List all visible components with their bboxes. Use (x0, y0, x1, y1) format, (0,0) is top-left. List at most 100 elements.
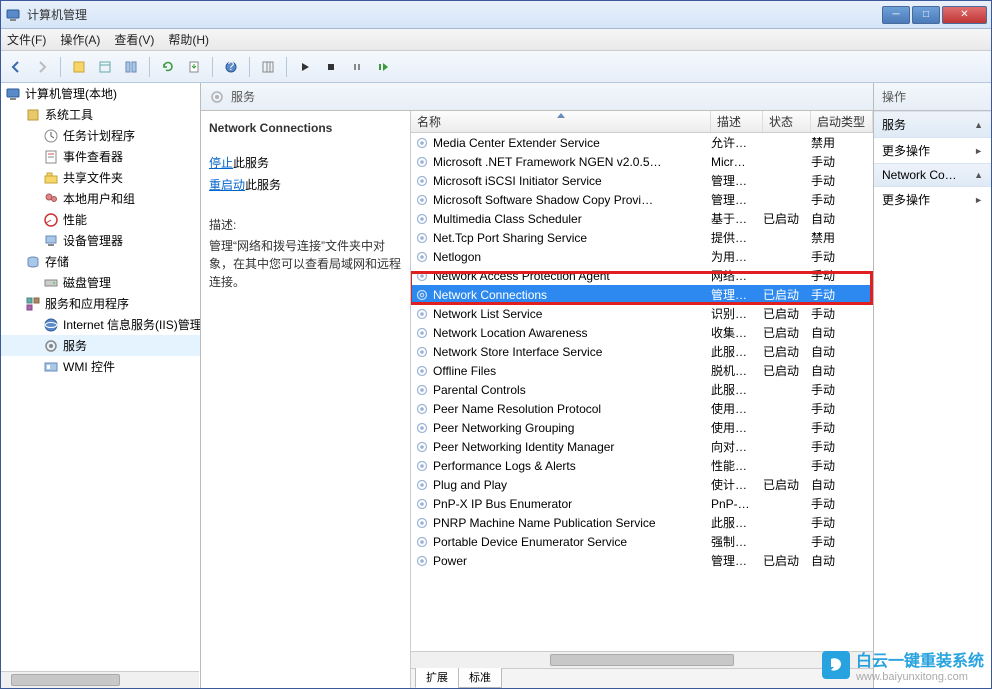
service-row[interactable]: Offline Files脱机…已启动自动 (411, 361, 873, 380)
service-row[interactable]: Media Center Extender Service允许…禁用 (411, 133, 873, 152)
action-item[interactable]: 更多操作► (874, 187, 991, 212)
action-group-header[interactable]: 服务▲ (874, 111, 991, 138)
service-row[interactable]: Microsoft .NET Framework NGEN v2.0.5…Mic… (411, 152, 873, 171)
service-desc: 管理… (711, 286, 763, 303)
tree-item[interactable]: 服务 (1, 335, 200, 356)
tree-item[interactable]: 共享文件夹 (1, 167, 200, 188)
minimize-button[interactable]: ─ (882, 6, 910, 24)
service-name: Power (433, 554, 711, 568)
service-row[interactable]: PnP-X IP Bus EnumeratorPnP-…手动 (411, 494, 873, 513)
service-row[interactable]: Network Store Interface Service此服…已启动自动 (411, 342, 873, 361)
service-desc: 向对… (711, 438, 763, 455)
service-row[interactable]: Network Access Protection Agent网络…手动 (411, 266, 873, 285)
tree-item[interactable]: 事件查看器 (1, 146, 200, 167)
tree-group[interactable]: 服务和应用程序 (1, 293, 200, 314)
menu-view[interactable]: 查看(V) (114, 31, 154, 48)
gear-icon (415, 516, 429, 530)
service-desc: 网络… (711, 267, 763, 284)
tree-item[interactable]: 本地用户和组 (1, 188, 200, 209)
help-button[interactable]: ? (220, 56, 242, 78)
maximize-button[interactable]: □ (912, 6, 940, 24)
gear-icon (415, 402, 429, 416)
menu-action[interactable]: 操作(A) (60, 31, 100, 48)
service-row[interactable]: Peer Networking Identity Manager向对…手动 (411, 437, 873, 456)
service-row[interactable]: Microsoft Software Shadow Copy Provi…管理…… (411, 190, 873, 209)
stop-service-button[interactable] (320, 56, 342, 78)
show-hide-button[interactable] (68, 56, 90, 78)
service-row[interactable]: Plug and Play使计…已启动自动 (411, 475, 873, 494)
tree-horizontal-scrollbar[interactable] (1, 671, 199, 688)
service-status: 已启动 (763, 324, 811, 341)
service-row[interactable]: Power管理…已启动自动 (411, 551, 873, 570)
stop-service-link[interactable]: 停止 (209, 156, 233, 170)
service-row[interactable]: Netlogon为用…手动 (411, 247, 873, 266)
columns-button[interactable] (257, 56, 279, 78)
service-row[interactable]: Performance Logs & Alerts性能…手动 (411, 456, 873, 475)
service-desc: 使计… (711, 476, 763, 493)
service-row[interactable]: Multimedia Class Scheduler基于…已启动自动 (411, 209, 873, 228)
tree-group[interactable]: 系统工具 (1, 104, 200, 125)
restart-service-button[interactable] (372, 56, 394, 78)
service-row[interactable]: Microsoft iSCSI Initiator Service管理…手动 (411, 171, 873, 190)
refresh-button[interactable] (157, 56, 179, 78)
properties-button[interactable] (94, 56, 116, 78)
menu-help[interactable]: 帮助(H) (168, 31, 209, 48)
column-name[interactable]: 名称 (411, 111, 711, 132)
service-row[interactable]: Peer Networking Grouping使用…手动 (411, 418, 873, 437)
service-desc: 为用… (711, 248, 763, 265)
service-name: Offline Files (433, 364, 711, 378)
column-status[interactable]: 状态 (763, 111, 811, 132)
gear-icon (415, 155, 429, 169)
list-header: 名称 描述 状态 启动类型 (411, 111, 873, 133)
gear-icon (415, 136, 429, 150)
column-start[interactable]: 启动类型 (811, 111, 873, 132)
tab-extended[interactable]: 扩展 (415, 666, 459, 688)
tree-group[interactable]: 存储 (1, 251, 200, 272)
clock-icon (43, 128, 59, 144)
gear-icon (415, 440, 429, 454)
forward-button[interactable] (31, 56, 53, 78)
service-row[interactable]: PNRP Machine Name Publication Service此服…… (411, 513, 873, 532)
pause-service-button[interactable] (346, 56, 368, 78)
restart-service-link[interactable]: 重启动 (209, 178, 245, 192)
action-group-header[interactable]: Network Co…▲ (874, 163, 991, 187)
tree-item[interactable]: 任务计划程序 (1, 125, 200, 146)
service-name: Network Store Interface Service (433, 345, 711, 359)
service-name: Network List Service (433, 307, 711, 321)
service-row[interactable]: Parental Controls此服…手动 (411, 380, 873, 399)
back-button[interactable] (5, 56, 27, 78)
service-desc: 管理… (711, 191, 763, 208)
service-start: 自动 (811, 210, 873, 227)
share-icon (43, 170, 59, 186)
service-row[interactable]: Peer Name Resolution Protocol使用…手动 (411, 399, 873, 418)
services-header-label: 服务 (231, 88, 255, 105)
service-row[interactable]: Net.Tcp Port Sharing Service提供…禁用 (411, 228, 873, 247)
tree-item[interactable]: WMI 控件 (1, 356, 200, 377)
tree-item[interactable]: 性能 (1, 209, 200, 230)
menu-file[interactable]: 文件(F) (7, 31, 46, 48)
gear-icon (415, 326, 429, 340)
service-row[interactable]: Portable Device Enumerator Service强制…手动 (411, 532, 873, 551)
tree-item[interactable]: Internet 信息服务(IIS)管理器 (1, 314, 200, 335)
close-button[interactable]: ✕ (942, 6, 987, 24)
device-icon (43, 233, 59, 249)
tree-pane[interactable]: 计算机管理(本地)系统工具任务计划程序事件查看器共享文件夹本地用户和组性能设备管… (1, 83, 201, 688)
tab-standard[interactable]: 标准 (458, 666, 502, 688)
service-status: 已启动 (763, 343, 811, 360)
svg-text:?: ? (228, 60, 235, 73)
detail-pane: Network Connections 停止此服务 重启动此服务 描述: 管理“… (201, 111, 411, 688)
action-item[interactable]: 更多操作► (874, 138, 991, 163)
tree-item[interactable]: 设备管理器 (1, 230, 200, 251)
service-row[interactable]: Network Location Awareness收集…已启动自动 (411, 323, 873, 342)
service-row[interactable]: Network List Service识别…已启动手动 (411, 304, 873, 323)
export-button[interactable] (120, 56, 142, 78)
tree-root[interactable]: 计算机管理(本地) (1, 83, 200, 104)
service-row[interactable]: Network Connections管理…已启动手动 (411, 285, 873, 304)
tree-item[interactable]: 磁盘管理 (1, 272, 200, 293)
export-list-button[interactable] (183, 56, 205, 78)
service-desc: PnP-… (711, 497, 763, 511)
start-service-button[interactable] (294, 56, 316, 78)
column-desc[interactable]: 描述 (711, 111, 763, 132)
horizontal-scrollbar[interactable] (411, 651, 873, 668)
service-name: PNRP Machine Name Publication Service (433, 516, 711, 530)
